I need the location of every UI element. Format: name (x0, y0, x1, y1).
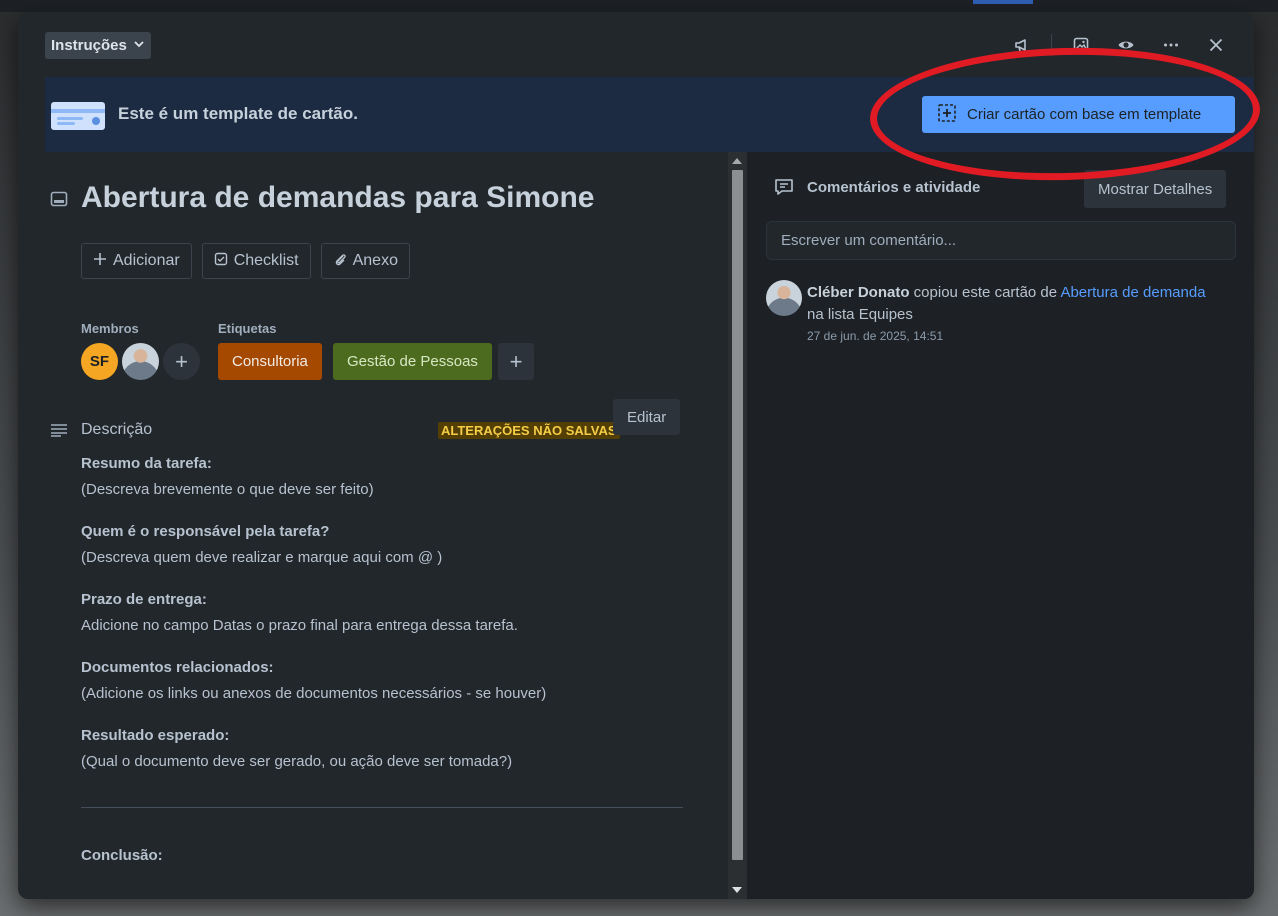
description-body[interactable]: Resumo da tarefa: (Descreva brevemente o… (81, 452, 686, 792)
description-block: Resultado esperado: (Qual o documento de… (81, 724, 686, 776)
labels-label: Etiquetas (218, 321, 277, 336)
description-block: Quem é o responsável pela tarefa? (Descr… (81, 520, 686, 572)
description-text: (Descreva quem deve realizar e marque aq… (81, 549, 443, 566)
card-title[interactable]: Abertura de demandas para Simone (81, 181, 595, 215)
description-conclusion: Conclusão: (81, 847, 163, 864)
attachment-button[interactable]: Anexo (320, 243, 410, 279)
description-text: (Descreva brevemente o que deve ser feit… (81, 481, 374, 498)
main-scrollbar[interactable] (728, 152, 747, 899)
card-main-column: Abertura de demandas para Simone Adicion… (18, 152, 728, 899)
activity-source-link[interactable]: Abertura de demanda (1060, 284, 1205, 301)
paperclip-icon (333, 252, 347, 271)
description-heading: Resumo da tarefa: (81, 455, 212, 472)
background-accent (973, 0, 1033, 4)
template-banner-text: Este é um template de cartão. (118, 104, 358, 123)
add-button[interactable]: Adicionar (81, 243, 192, 279)
label-chip[interactable]: Consultoria (218, 343, 322, 380)
add-label-button[interactable]: + (498, 343, 534, 380)
description-heading: Quem é o responsável pela tarefa? (81, 523, 330, 540)
description-title: Descrição (81, 421, 153, 438)
card-actions: Adicionar Checklist Anexo (81, 243, 410, 279)
description-text: (Adicione os links ou anexos de document… (81, 685, 547, 702)
chevron-down-icon (133, 37, 145, 54)
description-divider (81, 807, 683, 808)
scroll-down-arrow-icon[interactable] (732, 887, 742, 893)
description-block: Documentos relacionados: (Adicione os li… (81, 656, 686, 708)
avatar[interactable] (766, 280, 802, 316)
unsaved-changes-badge: ALTERAÇÕES NÃO SALVAS (438, 422, 620, 439)
activity-panel: Comentários e atividade Mostrar Detalhes… (747, 152, 1254, 899)
background-board-strip (0, 0, 1278, 12)
plus-icon (93, 252, 107, 271)
description-heading: Documentos relacionados: (81, 659, 274, 676)
attachment-button-label: Anexo (352, 252, 398, 269)
activity-entry: Cléber Donato copiou este cartão de Aber… (807, 282, 1242, 326)
activity-title: Comentários e atividade (807, 179, 981, 196)
description-text: (Qual o documento deve ser gerado, ou aç… (81, 753, 513, 770)
avatar[interactable] (122, 343, 159, 380)
scroll-up-arrow-icon[interactable] (732, 158, 742, 164)
description-heading: Resultado esperado: (81, 727, 230, 744)
activity-suffix: na lista Equipes (807, 306, 913, 323)
comment-icon (774, 178, 794, 201)
label-chip[interactable]: Gestão de Pessoas (333, 343, 492, 380)
close-icon[interactable] (1200, 31, 1232, 59)
avatar[interactable]: SF (81, 343, 118, 380)
activity-user[interactable]: Cléber Donato (807, 284, 910, 301)
checklist-button[interactable]: Checklist (201, 243, 311, 279)
list-selector[interactable]: Instruções (45, 32, 151, 59)
activity-action: copiou este cartão de (909, 284, 1061, 301)
description-icon (50, 423, 68, 442)
description-heading: Prazo de entrega: (81, 591, 207, 608)
activity-timestamp[interactable]: 27 de jun. de 2025, 14:51 (807, 329, 943, 343)
add-member-button[interactable]: + (163, 343, 200, 380)
description-text: Adicione no campo Datas o prazo final pa… (81, 617, 518, 634)
checklist-button-label: Checklist (233, 252, 299, 269)
members-label: Membros (81, 321, 139, 336)
card-icon (50, 191, 68, 212)
description-block: Prazo de entrega: Adicione no campo Data… (81, 588, 686, 640)
list-selector-label: Instruções (51, 37, 127, 54)
add-button-label: Adicionar (113, 252, 180, 269)
scroll-thumb[interactable] (732, 170, 743, 860)
template-card-icon (49, 100, 107, 137)
checkbox-icon (214, 252, 228, 271)
description-block: Resumo da tarefa: (Descreva brevemente o… (81, 452, 686, 504)
comment-input[interactable]: Escrever um comentário... (766, 221, 1236, 260)
edit-description-button[interactable]: Editar (613, 399, 681, 435)
